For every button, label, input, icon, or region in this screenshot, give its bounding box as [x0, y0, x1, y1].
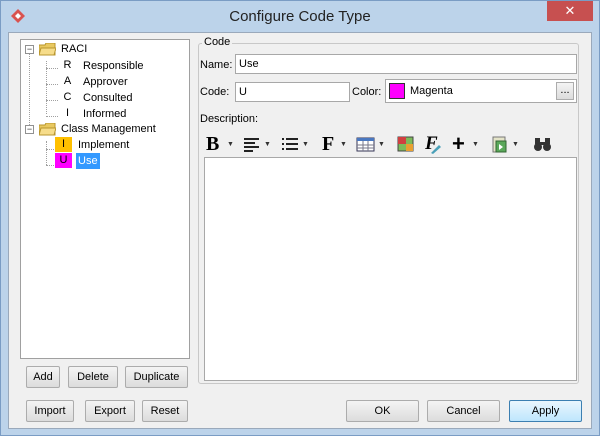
apply-button[interactable]: Apply	[509, 400, 582, 422]
add-button[interactable]: Add	[26, 366, 60, 388]
close-icon: ✕	[564, 3, 576, 18]
title-bar: Configure Code Type ✕	[1, 1, 599, 31]
item-label: Responsible	[83, 60, 144, 72]
item-label: Approver	[83, 76, 128, 88]
delete-button[interactable]: Delete	[68, 366, 118, 388]
table-icon[interactable]: ▼	[356, 133, 390, 155]
tree-line	[46, 100, 58, 101]
description-toolbar: B ▼ ▼ ▼ F ▼ ▼ F + ▼ ▼	[204, 131, 574, 156]
align-icon[interactable]: ▼	[242, 133, 276, 155]
tree-line	[46, 141, 47, 165]
tree-group-raci[interactable]: RACI	[59, 41, 89, 57]
list-icon[interactable]: ▼	[280, 133, 314, 155]
description-editor[interactable]	[204, 157, 577, 381]
item-code: A	[63, 75, 72, 87]
reset-button[interactable]: Reset	[142, 400, 188, 422]
item-label: Use	[76, 153, 100, 169]
code-label: Code:	[200, 86, 230, 98]
insert-icon[interactable]: + ▼	[450, 131, 484, 156]
color-swatch	[389, 83, 405, 99]
folder-open-icon	[39, 123, 56, 136]
image-icon[interactable]	[396, 133, 418, 155]
name-label: Name:	[200, 59, 233, 71]
color-name: Magenta	[410, 85, 453, 97]
collapse-icon[interactable]: −	[25, 45, 34, 54]
format-icon[interactable]: F	[422, 133, 444, 155]
item-code: R	[63, 59, 72, 71]
item-label: Informed	[83, 108, 127, 120]
tree-line	[46, 149, 54, 150]
bold-icon[interactable]: B ▼	[204, 133, 238, 155]
configure-code-type-window: Configure Code Type ✕ − RACI R Responsib…	[0, 0, 600, 436]
cancel-button[interactable]: Cancel	[427, 400, 500, 422]
collapse-icon[interactable]: −	[25, 125, 34, 134]
ok-button[interactable]: OK	[346, 400, 419, 422]
tree-line	[46, 116, 58, 117]
window-title: Configure Code Type	[229, 8, 371, 25]
item-code: I	[65, 107, 70, 119]
code-type-tree[interactable]: − RACI R Responsible A Approver C Consul…	[20, 39, 190, 359]
item-code: I	[55, 137, 72, 152]
dialog-body: − RACI R Responsible A Approver C Consul…	[8, 32, 592, 429]
close-button[interactable]: ✕	[547, 1, 593, 21]
export-button[interactable]: Export	[85, 400, 135, 422]
paste-icon[interactable]: ▼	[490, 133, 524, 155]
import-button[interactable]: Import	[26, 400, 74, 422]
find-icon[interactable]	[532, 133, 554, 155]
duplicate-button[interactable]: Duplicate	[125, 366, 188, 388]
item-label: Implement	[78, 139, 130, 151]
code-field[interactable]: U	[235, 82, 350, 102]
folder-open-icon	[39, 43, 56, 56]
tree-line	[46, 68, 58, 69]
item-code: U	[55, 153, 72, 168]
name-field[interactable]: Use	[235, 54, 577, 74]
color-chooser-button[interactable]: ...	[556, 82, 574, 100]
code-group-title: Code	[202, 36, 233, 48]
item-label: Consulted	[83, 92, 133, 104]
tree-group-class-management[interactable]: Class Management	[59, 121, 158, 137]
font-icon[interactable]: F ▼	[318, 133, 352, 155]
tree-line	[29, 53, 30, 133]
color-picker[interactable]: Magenta ...	[385, 79, 577, 103]
tree-line	[46, 165, 54, 166]
tree-line	[46, 84, 58, 85]
color-label: Color:	[352, 86, 382, 98]
item-code: C	[63, 91, 72, 103]
description-label: Description:	[200, 113, 259, 125]
